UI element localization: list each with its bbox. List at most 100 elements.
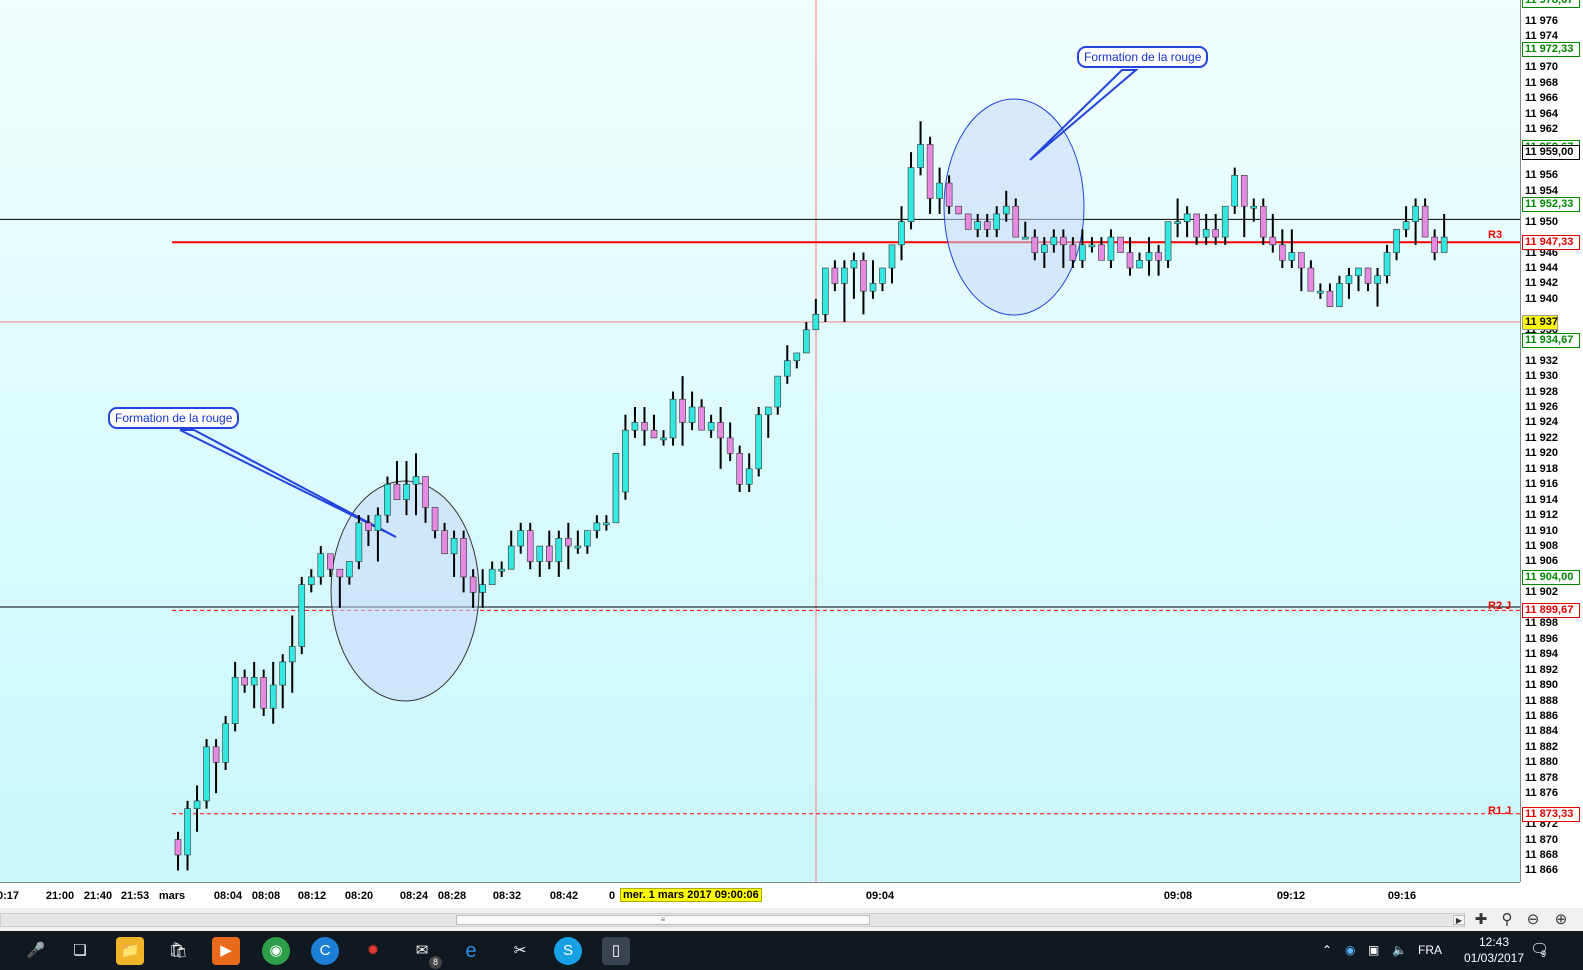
- chart-area[interactable]: Formation de la rouge Formation de la ro…: [0, 0, 1520, 882]
- time-axis[interactable]: 0:17 21:00 21:40 21:53 mars 08:04 08:08 08:12 08…: [0, 882, 1520, 909]
- candle-body: [279, 661, 287, 686]
- candle-body: [1117, 236, 1124, 253]
- snipping-tool-icon[interactable]: ✂: [506, 937, 534, 965]
- price-tick-label: 11 880: [1525, 756, 1559, 769]
- candle-body: [507, 545, 515, 570]
- candle-body: [1098, 244, 1105, 261]
- price-tick-label: 11 932: [1525, 354, 1559, 367]
- clock[interactable]: 12:43 01/03/2017: [1463, 934, 1525, 966]
- candle-body: [1012, 205, 1020, 238]
- candle-body: [812, 314, 820, 331]
- candle-body: [641, 422, 648, 431]
- scrollbar-thumb[interactable]: ≡: [456, 915, 870, 925]
- price-tick-label: 11 906: [1525, 555, 1559, 568]
- candle-body: [298, 584, 306, 647]
- ccleaner-icon[interactable]: C: [311, 937, 339, 965]
- task-view-icon[interactable]: ❏: [66, 937, 94, 965]
- store-icon[interactable]: 🛍: [164, 937, 192, 965]
- candle-body: [250, 677, 258, 686]
- candle-body: [288, 646, 296, 663]
- time-tick-label: 09:08: [1163, 890, 1193, 902]
- file-explorer-icon[interactable]: 📁: [116, 937, 144, 965]
- candle-body: [764, 406, 772, 416]
- candle-body: [964, 213, 972, 230]
- zoom-area-icon[interactable]: ⚲: [1496, 910, 1518, 930]
- candle-body: [1288, 252, 1296, 261]
- candle-body: [660, 437, 667, 441]
- candle-body: [1079, 244, 1086, 261]
- scroll-row: ≡ ▶ ✚ ⚲ ⊖ ⊕: [0, 908, 1583, 931]
- candle-body: [193, 800, 201, 809]
- skype-icon[interactable]: S: [554, 937, 582, 965]
- price-tick-label: 11 914: [1525, 493, 1559, 506]
- price-tick-label: 11 886: [1525, 709, 1559, 722]
- time-tick-label: 08:04: [213, 890, 243, 902]
- price-tick-label: 11 910: [1525, 524, 1559, 537]
- candle-body: [1050, 236, 1058, 246]
- candle-body: [631, 422, 639, 431]
- edge-icon[interactable]: e: [457, 937, 485, 965]
- media-player-icon[interactable]: ▶: [212, 937, 240, 965]
- network-icon[interactable]: ▣: [1368, 943, 1379, 957]
- mail-icon[interactable]: ✉ 8: [408, 937, 442, 969]
- candle-body: [1164, 221, 1172, 261]
- candle-body: [879, 267, 886, 284]
- candle-body: [479, 584, 486, 593]
- price-tick-label: 11 876: [1525, 787, 1559, 800]
- notifications-icon[interactable]: 🗨 9: [1530, 940, 1549, 959]
- price-axis[interactable]: 11 976 11 974 11 970 11 968 11 966 11 964 11 9…: [1520, 0, 1583, 882]
- volume-icon[interactable]: 🔈: [1392, 943, 1407, 957]
- candle-body: [336, 568, 344, 578]
- candle-body: [622, 429, 629, 493]
- cursor-tool-icon[interactable]: ✚: [1470, 910, 1492, 930]
- candle-body: [1326, 290, 1334, 307]
- tray-chevron-icon[interactable]: ⌃: [1322, 943, 1332, 957]
- candle-body: [1031, 236, 1039, 253]
- price-level-box: 11 899,67: [1522, 603, 1580, 619]
- app-red-icon[interactable]: ✹: [359, 937, 387, 965]
- tray-app-icon[interactable]: ◉: [1345, 943, 1355, 957]
- price-tick-label: 11 908: [1525, 540, 1559, 553]
- annotation-callout-2[interactable]: Formation de la rouge: [1077, 46, 1209, 68]
- candle-body: [545, 545, 553, 562]
- price-tick-label: 11 912: [1525, 509, 1559, 522]
- price-tick-label: 11 968: [1525, 76, 1559, 89]
- language-indicator[interactable]: FRA: [1418, 943, 1442, 957]
- scroll-right-arrow-icon[interactable]: ▶: [1453, 915, 1465, 925]
- candle-body: [203, 746, 210, 802]
- candle-body: [1412, 205, 1419, 222]
- candle-body: [1136, 259, 1143, 269]
- candle-body: [945, 182, 953, 207]
- candle-body: [327, 553, 334, 570]
- candle-body: [1240, 175, 1248, 207]
- candle-body: [603, 522, 610, 526]
- candle-body: [1307, 267, 1315, 292]
- candle-body: [526, 530, 534, 562]
- trading-app-icon[interactable]: ▯: [602, 937, 630, 965]
- candle-body: [517, 530, 525, 547]
- candle-body: [774, 375, 782, 408]
- time-tick-label: 21:53: [120, 890, 150, 902]
- candle-body: [793, 352, 801, 361]
- price-level-box: 11 959,00: [1522, 145, 1580, 161]
- candle-body: [1298, 252, 1305, 269]
- price-level-box: 11 947,33: [1522, 235, 1580, 251]
- microphone-icon[interactable]: 🎤: [22, 937, 50, 965]
- price-tick-label: 11 962: [1525, 122, 1559, 135]
- horizontal-scrollbar[interactable]: ≡ ▶: [0, 913, 1465, 927]
- price-tick-label: 11 884: [1525, 725, 1559, 738]
- chrome-icon[interactable]: ◉: [262, 937, 290, 965]
- zoom-out-icon[interactable]: ⊖: [1522, 910, 1544, 930]
- candlestick-chart[interactable]: [0, 0, 1520, 882]
- candle-body: [412, 476, 420, 485]
- candle-body: [1041, 244, 1048, 253]
- annotation-text-2: Formation de la rouge: [1084, 50, 1202, 64]
- candle-body: [850, 259, 858, 269]
- annotation-callout-1[interactable]: Formation de la rouge: [108, 407, 240, 429]
- price-tick-label: 11 868: [1525, 848, 1559, 861]
- price-level-box: 11 934,67: [1522, 333, 1580, 349]
- price-tick-label: 11 896: [1525, 632, 1559, 645]
- zoom-in-icon[interactable]: ⊕: [1550, 910, 1572, 930]
- candle-body: [974, 221, 981, 230]
- price-level-box: 11 952,33: [1522, 196, 1580, 212]
